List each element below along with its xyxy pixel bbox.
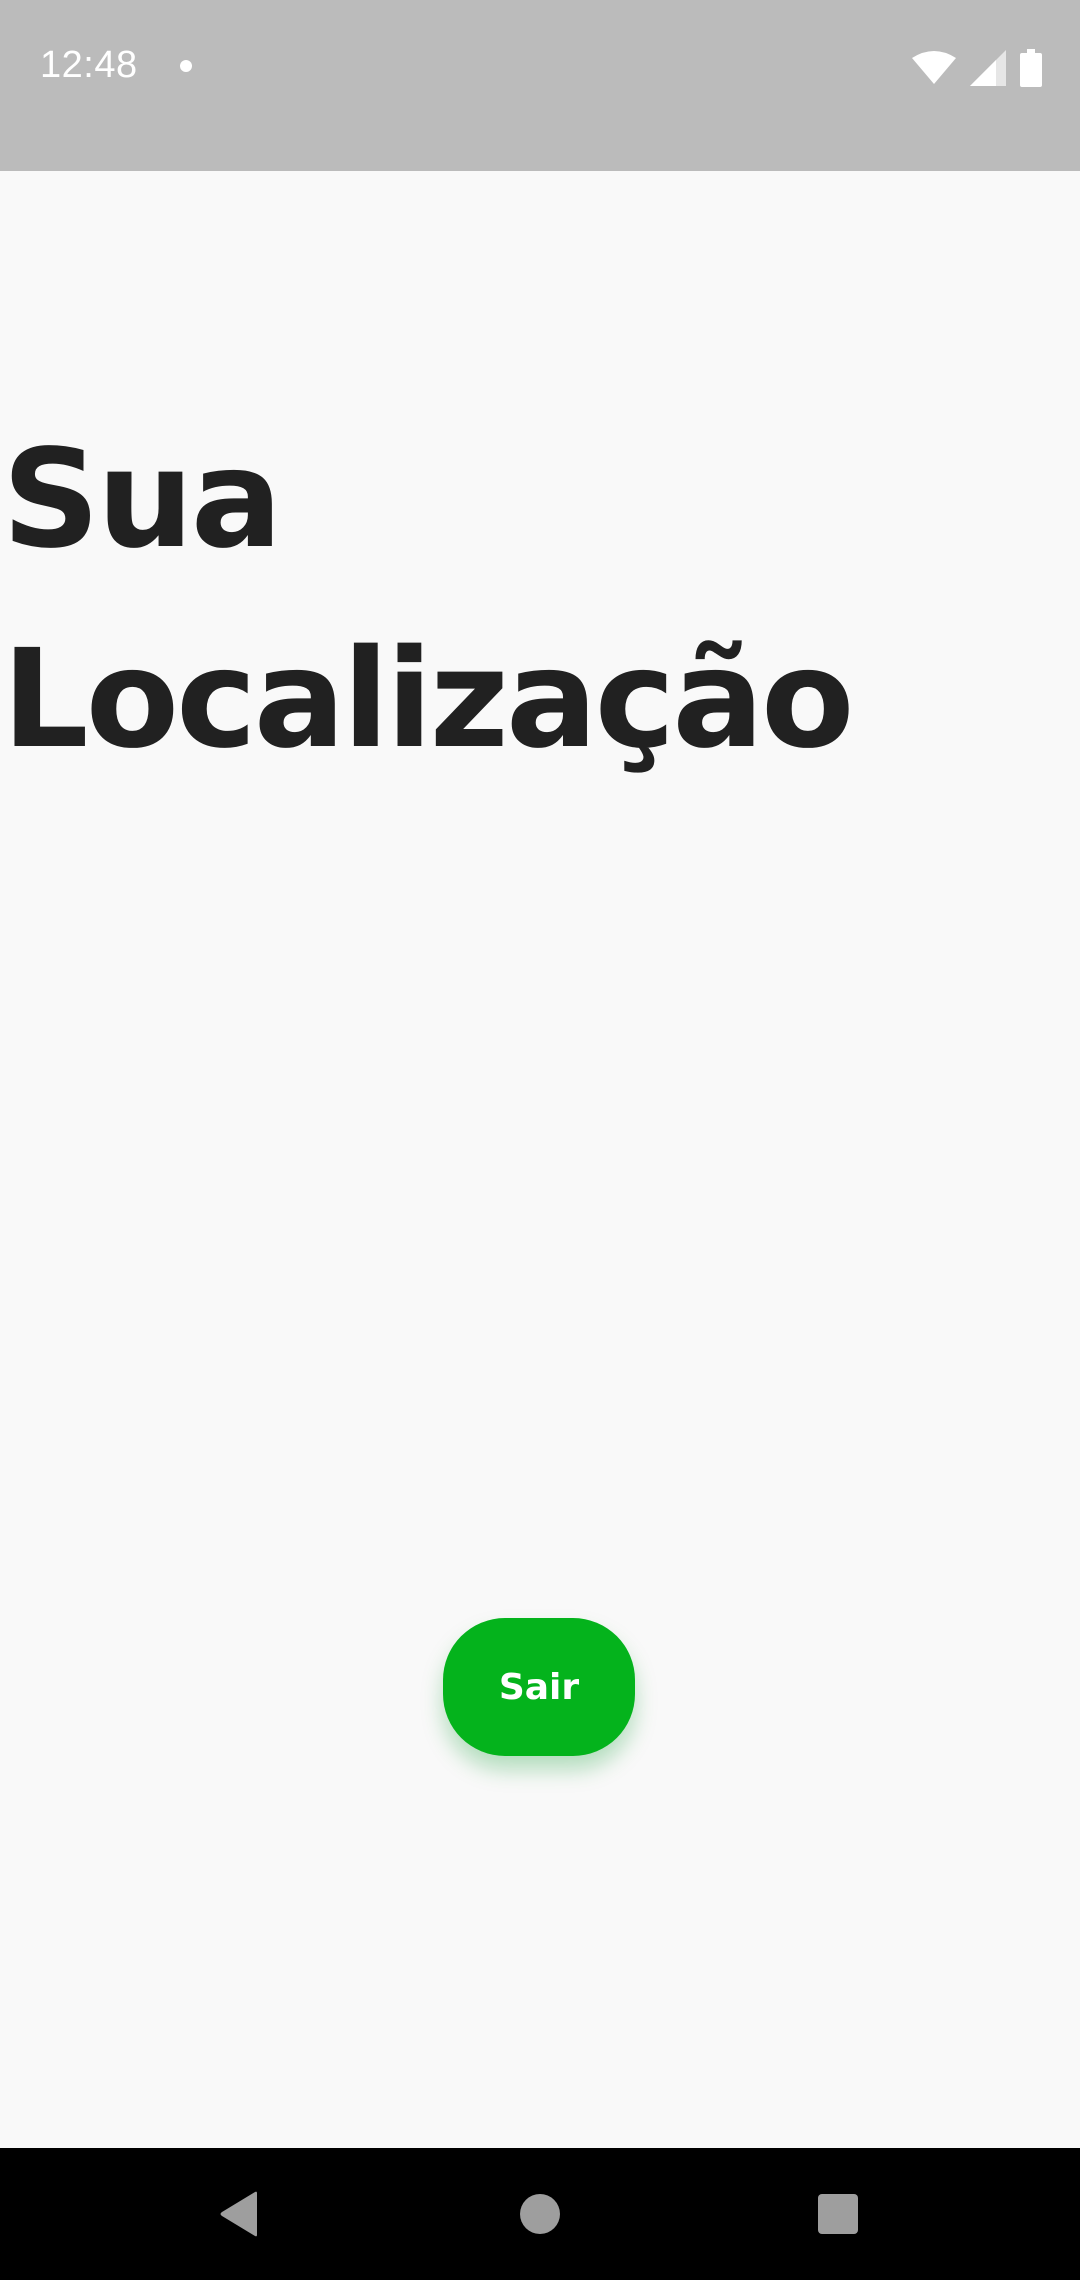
home-icon bbox=[520, 2194, 560, 2234]
navigation-bar bbox=[0, 2148, 1080, 2280]
page-title-line-1: Sua bbox=[2, 421, 283, 579]
status-bar: 12:48 bbox=[0, 0, 1080, 171]
recents-button[interactable] bbox=[758, 2148, 918, 2280]
cell-signal-icon bbox=[970, 50, 1006, 86]
back-icon bbox=[220, 2191, 257, 2237]
recents-icon bbox=[818, 2194, 858, 2234]
status-time: 12:48 bbox=[40, 44, 138, 86]
notification-dot-icon bbox=[180, 60, 192, 72]
page-title-line-2: Localização bbox=[2, 621, 854, 779]
exit-button[interactable]: Sair bbox=[443, 1618, 635, 1756]
home-button[interactable] bbox=[460, 2148, 620, 2280]
status-icons bbox=[912, 48, 1042, 88]
wifi-icon bbox=[912, 51, 956, 84]
page-title: Sua Localização bbox=[2, 400, 854, 800]
battery-icon bbox=[1020, 49, 1042, 87]
back-button[interactable] bbox=[160, 2148, 320, 2280]
